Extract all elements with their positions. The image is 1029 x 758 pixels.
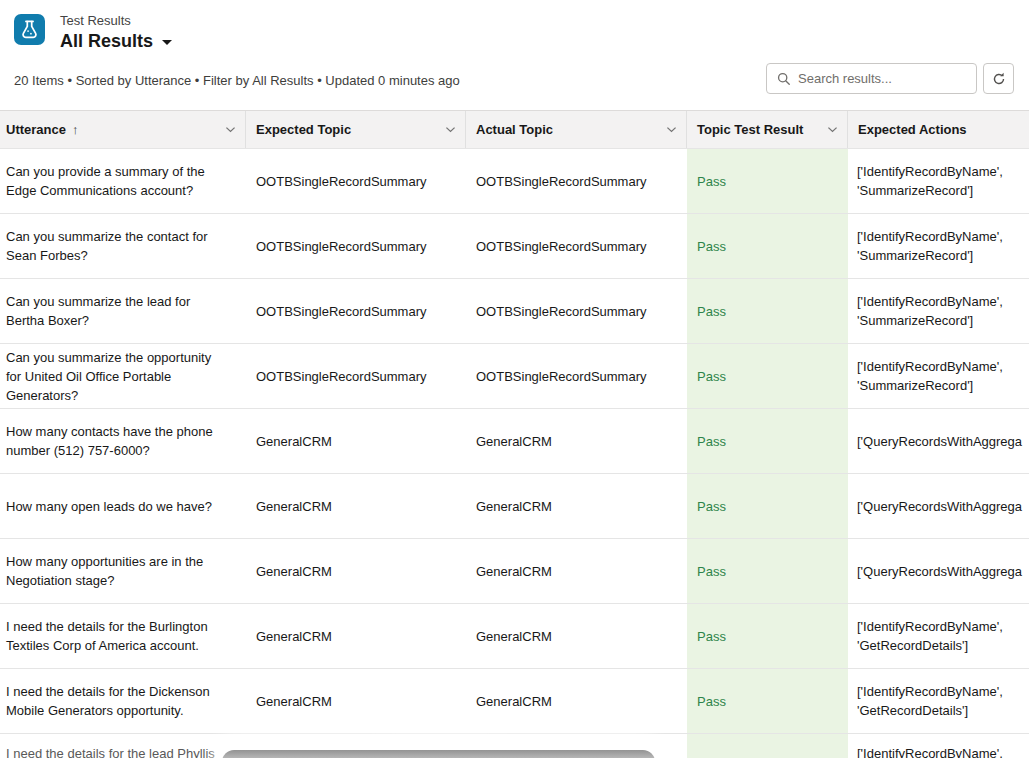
chevron-down-icon [444,123,457,136]
cell-expected-actions: ['IdentifyRecordByName', 'GetRecordDetai… [848,604,1029,668]
table-row[interactable]: Can you summarize the lead for Bertha Bo… [0,279,1029,344]
page-header: Test Results All Results 20 Items • Sort… [0,0,1029,110]
sort-ascending-icon: ↑ [72,122,79,137]
search-input[interactable] [798,71,958,86]
column-header-expected-actions[interactable]: Expected Actions [848,111,1029,148]
cell-expected-actions: ['IdentifyRecordByName', [848,734,1029,758]
chevron-down-icon [162,40,172,45]
cell-expected-topic: OOTBSingleRecordSummary [246,214,466,278]
cell-actual-topic: GeneralCRM [466,409,687,473]
cell-expected-topic: GeneralCRM [246,669,466,733]
cell-expected-topic: OOTBSingleRecordSummary [246,149,466,213]
cell-expected-actions: ['IdentifyRecordByName', 'SummarizeRecor… [848,149,1029,213]
chevron-down-icon [665,123,678,136]
cell-utterance: How many contacts have the phone number … [0,409,246,473]
cell-actual-topic: GeneralCRM [466,474,687,538]
cell-expected-actions: ['IdentifyRecordByName', 'SummarizeRecor… [848,279,1029,343]
cell-topic-test-result: Pass [687,409,848,473]
cell-expected-actions: ['QueryRecordsWithAggrega [848,539,1029,603]
chevron-down-icon [826,123,839,136]
cell-topic-test-result: Pass [687,669,848,733]
cell-expected-topic: GeneralCRM [246,604,466,668]
search-icon [777,72,791,86]
table-row[interactable]: How many opportunities are in the Negoti… [0,539,1029,604]
cell-topic-test-result: Pass [687,539,848,603]
table-body: Can you provide a summary of the Edge Co… [0,149,1029,758]
table-row[interactable]: I need the details for the Burlington Te… [0,604,1029,669]
column-header-actual-topic[interactable]: Actual Topic [466,111,687,148]
cell-expected-topic: OOTBSingleRecordSummary [246,344,466,408]
test-results-page: Test Results All Results 20 Items • Sort… [0,0,1029,758]
cell-utterance: I need the details for the Burlington Te… [0,604,246,668]
cell-actual-topic: GeneralCRM [466,604,687,668]
cell-utterance: How many open leads do we have? [0,474,246,538]
table-row[interactable]: Can you provide a summary of the Edge Co… [0,149,1029,214]
cell-topic-test-result: Pass [687,474,848,538]
cell-actual-topic: OOTBSingleRecordSummary [466,214,687,278]
cell-actual-topic: OOTBSingleRecordSummary [466,344,687,408]
cell-actual-topic: OOTBSingleRecordSummary [466,279,687,343]
cell-expected-topic: OOTBSingleRecordSummary [246,279,466,343]
cell-utterance: Can you provide a summary of the Edge Co… [0,149,246,213]
cell-expected-topic: GeneralCRM [246,409,466,473]
table-header: Utterance↑ Expected Topic Actual Topic T… [0,110,1029,149]
cell-expected-actions: ['QueryRecordsWithAggrega [848,409,1029,473]
docked-panel-edge[interactable] [222,750,655,758]
table-row[interactable]: Can you summarize the opportunity for Un… [0,344,1029,409]
cell-expected-topic: GeneralCRM [246,474,466,538]
table-row[interactable]: How many contacts have the phone number … [0,409,1029,474]
flask-icon [14,14,45,45]
list-summary: 20 Items • Sorted by Utterance • Filter … [14,73,460,88]
cell-actual-topic: OOTBSingleRecordSummary [466,149,687,213]
cell-expected-actions: ['IdentifyRecordByName', 'SummarizeRecor… [848,214,1029,278]
cell-expected-actions: ['QueryRecordsWithAggrega [848,474,1029,538]
page-title: All Results [60,30,153,52]
cell-expected-topic: GeneralCRM [246,539,466,603]
cell-utterance: I need the details for the Dickenson Mob… [0,669,246,733]
chevron-down-icon [224,123,237,136]
refresh-button[interactable] [983,63,1014,94]
cell-topic-test-result [687,734,848,758]
cell-utterance: Can you summarize the contact for Sean F… [0,214,246,278]
cell-actual-topic: GeneralCRM [466,669,687,733]
column-header-topic-test-result[interactable]: Topic Test Result [687,111,848,148]
table-row[interactable]: How many open leads do we have? GeneralC… [0,474,1029,539]
cell-topic-test-result: Pass [687,149,848,213]
cell-utterance: I need the details for the lead Phyllis [0,734,246,758]
cell-expected-actions: ['IdentifyRecordByName', 'GetRecordDetai… [848,669,1029,733]
cell-actual-topic: GeneralCRM [466,539,687,603]
cell-utterance: Can you summarize the opportunity for Un… [0,344,246,408]
cell-topic-test-result: Pass [687,279,848,343]
object-label: Test Results [60,13,172,29]
cell-utterance: Can you summarize the lead for Bertha Bo… [0,279,246,343]
column-header-expected-topic[interactable]: Expected Topic [246,111,466,148]
results-table: Utterance↑ Expected Topic Actual Topic T… [0,110,1029,758]
cell-topic-test-result: Pass [687,214,848,278]
column-header-utterance[interactable]: Utterance↑ [0,111,246,148]
search-box[interactable] [766,63,977,94]
cell-expected-actions: ['IdentifyRecordByName', 'SummarizeRecor… [848,344,1029,408]
cell-topic-test-result: Pass [687,604,848,668]
list-view-selector[interactable]: All Results [60,30,172,52]
cell-utterance: How many opportunities are in the Negoti… [0,539,246,603]
table-row[interactable]: Can you summarize the contact for Sean F… [0,214,1029,279]
table-row[interactable]: I need the details for the Dickenson Mob… [0,669,1029,734]
cell-topic-test-result: Pass [687,344,848,408]
